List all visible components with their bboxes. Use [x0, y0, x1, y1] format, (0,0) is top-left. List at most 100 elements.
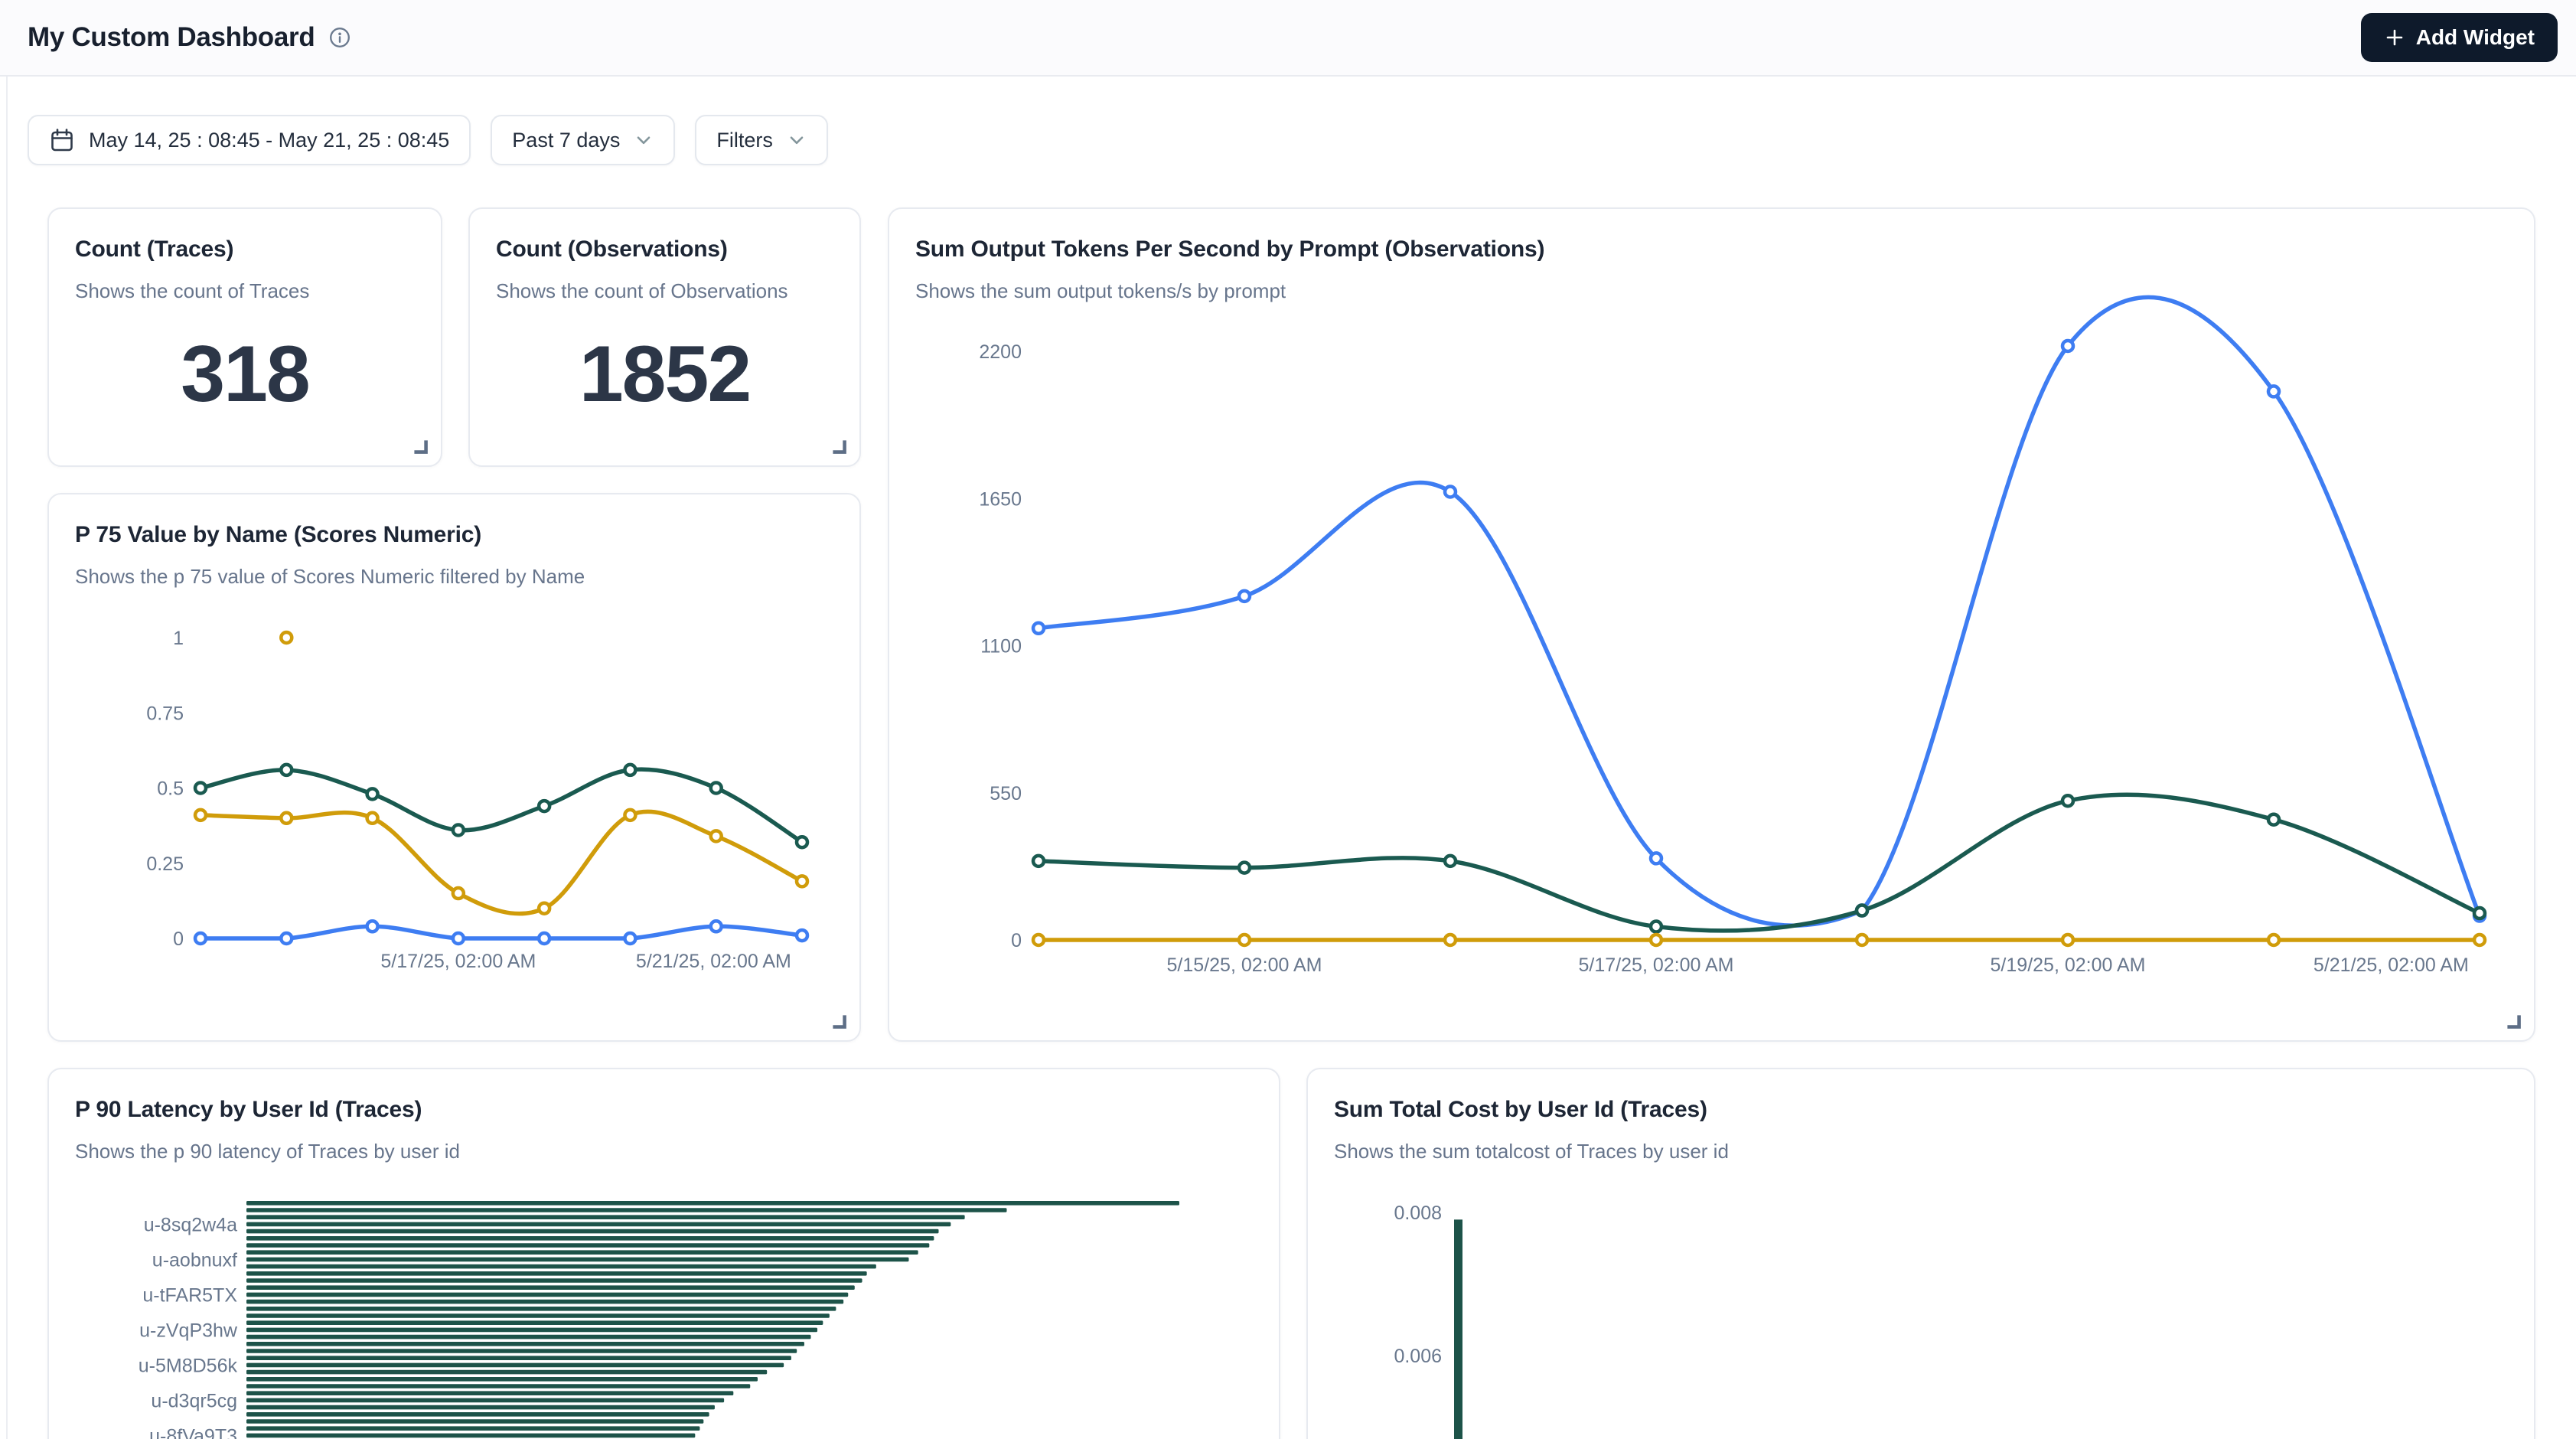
data-point[interactable] [281, 813, 292, 824]
add-widget-button[interactable]: Add Widget [2361, 13, 2558, 62]
bar[interactable] [246, 1293, 848, 1297]
data-point[interactable] [195, 933, 206, 944]
resize-handle-icon[interactable] [2503, 1011, 2523, 1031]
data-point[interactable] [711, 921, 722, 932]
bar[interactable] [246, 1320, 823, 1325]
data-point[interactable] [281, 632, 292, 643]
bar[interactable] [246, 1405, 715, 1410]
bar[interactable] [246, 1328, 817, 1333]
data-point[interactable] [797, 876, 807, 886]
bar[interactable] [246, 1335, 810, 1339]
data-point[interactable] [1445, 487, 1456, 498]
data-point[interactable] [797, 837, 807, 847]
bar[interactable] [246, 1349, 797, 1353]
bar[interactable] [246, 1250, 918, 1255]
data-point[interactable] [624, 810, 635, 821]
data-point[interactable] [711, 830, 722, 841]
data-point[interactable] [2062, 795, 2073, 806]
data-point[interactable] [195, 810, 206, 821]
axis-tick-label: 1650 [979, 488, 1022, 510]
bar[interactable] [246, 1356, 791, 1360]
tokens-line-chart[interactable]: 05501100165022005/15/25, 02:00 AM5/17/25… [889, 209, 2537, 1043]
plus-icon [2384, 27, 2405, 48]
data-point[interactable] [1033, 623, 1044, 634]
bar[interactable] [1454, 1219, 1462, 1439]
bar[interactable] [246, 1398, 724, 1403]
data-point[interactable] [1445, 935, 1456, 945]
bar[interactable] [246, 1313, 830, 1318]
resize-handle-icon[interactable] [829, 436, 849, 456]
bar[interactable] [246, 1208, 1006, 1212]
chevron-down-icon [634, 130, 654, 150]
data-point[interactable] [2474, 935, 2485, 945]
bar[interactable] [246, 1278, 862, 1283]
data-point[interactable] [1239, 863, 1250, 873]
data-point[interactable] [539, 933, 549, 944]
bar[interactable] [246, 1377, 758, 1382]
data-point[interactable] [2062, 935, 2073, 945]
p75-line-chart[interactable]: 00.250.50.7515/17/25, 02:00 AM5/21/25, 0… [49, 494, 862, 1043]
data-point[interactable] [1033, 856, 1044, 866]
cost-bar-chart[interactable]: 0.0080.006 [1308, 1069, 2537, 1439]
bar[interactable] [246, 1370, 767, 1375]
axis-tick-label: 5/17/25, 02:00 AM [1579, 954, 1734, 976]
bar[interactable] [246, 1363, 784, 1368]
bar[interactable] [246, 1271, 867, 1276]
data-point[interactable] [1857, 905, 1867, 916]
bar[interactable] [246, 1300, 843, 1304]
bar[interactable] [246, 1342, 804, 1346]
data-point[interactable] [281, 933, 292, 944]
p90-bar-chart[interactable]: u-8sq2w4au-aobnuxfu-tFAR5TXu-zVqP3hwu-5M… [49, 1069, 1282, 1439]
bar[interactable] [246, 1307, 836, 1311]
data-point[interactable] [2268, 386, 2279, 396]
data-point[interactable] [367, 788, 378, 799]
data-point[interactable] [539, 801, 549, 811]
data-point[interactable] [2268, 935, 2279, 945]
bar[interactable] [246, 1236, 934, 1241]
bar[interactable] [246, 1285, 855, 1290]
data-point[interactable] [2062, 341, 2073, 351]
bar[interactable] [246, 1384, 750, 1388]
data-point[interactable] [1239, 935, 1250, 945]
bar[interactable] [246, 1229, 938, 1234]
bar[interactable] [246, 1412, 709, 1417]
data-point[interactable] [453, 933, 464, 944]
data-point[interactable] [2268, 814, 2279, 825]
data-point[interactable] [195, 783, 206, 794]
data-point[interactable] [367, 921, 378, 932]
data-point[interactable] [1651, 935, 1661, 945]
bar[interactable] [246, 1419, 703, 1424]
bar[interactable] [246, 1434, 695, 1438]
data-point[interactable] [453, 825, 464, 836]
resize-handle-icon[interactable] [410, 436, 430, 456]
axis-tick-label: u-d3qr5cg [151, 1390, 237, 1411]
bar[interactable] [246, 1426, 699, 1431]
resize-handle-icon[interactable] [829, 1011, 849, 1031]
info-icon[interactable] [328, 26, 351, 49]
bar[interactable] [246, 1258, 908, 1262]
data-point[interactable] [1445, 856, 1456, 866]
date-preset-button[interactable]: Past 7 days [491, 115, 675, 165]
data-point[interactable] [281, 765, 292, 775]
data-point[interactable] [624, 933, 635, 944]
data-point[interactable] [1651, 853, 1661, 863]
data-point[interactable] [1651, 922, 1661, 932]
bar[interactable] [246, 1391, 733, 1395]
bar[interactable] [246, 1215, 965, 1219]
data-point[interactable] [1857, 935, 1867, 945]
filters-button[interactable]: Filters [695, 115, 828, 165]
data-point[interactable] [367, 813, 378, 824]
bar[interactable] [246, 1222, 951, 1227]
bar[interactable] [246, 1264, 876, 1269]
date-range-button[interactable]: May 14, 25 : 08:45 - May 21, 25 : 08:45 [28, 115, 471, 165]
data-point[interactable] [453, 888, 464, 899]
data-point[interactable] [711, 783, 722, 794]
data-point[interactable] [624, 765, 635, 775]
data-point[interactable] [797, 930, 807, 941]
data-point[interactable] [2474, 908, 2485, 919]
data-point[interactable] [1033, 935, 1044, 945]
bar[interactable] [246, 1243, 929, 1248]
bar[interactable] [246, 1201, 1179, 1206]
data-point[interactable] [539, 903, 549, 914]
data-point[interactable] [1239, 591, 1250, 602]
